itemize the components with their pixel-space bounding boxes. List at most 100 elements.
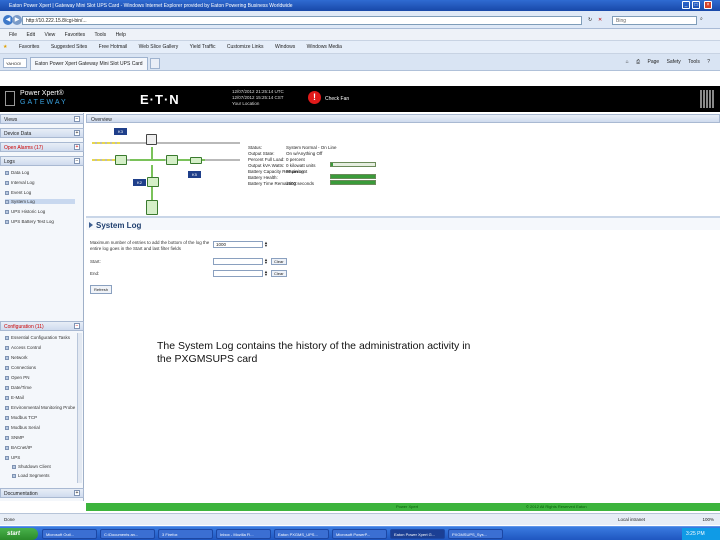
tab-active[interactable]: Eaton Power Xpert Gateway Mini Slot UPS …: [30, 57, 148, 70]
rectifier-icon: [115, 155, 127, 165]
fav-item[interactable]: Windows: [275, 44, 295, 50]
menu-favorites[interactable]: Favorites: [65, 32, 86, 38]
taskbar-item[interactable]: Microsoft Outl...: [42, 529, 97, 539]
collapse-icon[interactable]: −: [74, 323, 80, 329]
refresh-icon[interactable]: ↻: [588, 17, 592, 23]
taskbar-item[interactable]: 3 Firefox: [158, 529, 213, 539]
quick-tab[interactable]: YAHOO!: [3, 58, 27, 68]
sidebar-item-config[interactable]: Load Segments: [12, 473, 50, 478]
section-logs[interactable]: Logs −: [0, 156, 84, 166]
sidebar-item-config[interactable]: BACnet/IP: [5, 445, 32, 450]
spinner-icon[interactable]: ▲ ▼: [264, 258, 268, 265]
taskbar-item-active[interactable]: Eaton Power Xpert G...: [390, 529, 445, 539]
fav-item[interactable]: Customize Links: [227, 44, 264, 50]
zoom-level[interactable]: 100%: [702, 517, 714, 522]
collapse-icon[interactable]: −: [74, 158, 80, 164]
home-icon[interactable]: ⌂: [626, 59, 629, 65]
config-icon: [5, 425, 9, 430]
fav-item[interactable]: Free Hotmail: [99, 44, 128, 50]
start-input[interactable]: [213, 258, 263, 265]
taskbar-item[interactable]: PXGMSUPS_Sys...: [448, 529, 503, 539]
section-views[interactable]: Views −: [0, 114, 84, 124]
fav-item[interactable]: Yield Traffic: [190, 44, 216, 50]
cmd-page[interactable]: Page: [647, 59, 659, 65]
sidebar-item-ups-historic-log[interactable]: UPS Historic Log: [5, 209, 45, 214]
sidebar-item-config[interactable]: Access Control: [5, 345, 41, 350]
sidebar-item-config[interactable]: Date/Time: [5, 385, 32, 390]
clear-start-button[interactable]: Clear: [271, 258, 287, 265]
sidebar-item-config[interactable]: Environmental Monitoring Probe: [5, 405, 75, 410]
print-icon[interactable]: ⎙: [636, 59, 640, 65]
sidebar-item-event-log[interactable]: Event Log: [5, 190, 31, 195]
config-icon: [5, 395, 9, 400]
fav-item[interactable]: Suggested Sites: [51, 44, 87, 50]
start-button[interactable]: start: [0, 528, 38, 540]
security-zone: Local intranet: [618, 517, 646, 522]
cmd-safety[interactable]: Safety: [667, 59, 681, 65]
cmd-tools[interactable]: Tools: [688, 59, 700, 65]
config-icon: [5, 335, 9, 340]
fav-favorites[interactable]: Favorites: [19, 44, 40, 50]
max-entries-input[interactable]: 1000: [213, 241, 263, 248]
minimize-button[interactable]: _: [682, 1, 690, 9]
sidebar-item-system-log[interactable]: System Log: [5, 199, 75, 204]
sidebar-item-ups-battery-test-log[interactable]: UPS Battery Test Log: [5, 219, 54, 224]
search-input[interactable]: Bing: [612, 16, 697, 25]
help-icon[interactable]: ?: [707, 59, 710, 65]
sidebar-scrollbar[interactable]: [77, 333, 82, 483]
log-icon: [5, 219, 9, 224]
browser-status-bar: Done Local intranet 100%: [0, 513, 720, 525]
taskbar-item[interactable]: Inbox - Mozilla Fi...: [216, 529, 271, 539]
sidebar-item-config[interactable]: E-Mail: [5, 395, 24, 400]
collapse-icon[interactable]: −: [74, 116, 80, 122]
sidebar: Views − Device Data + Open Alarms (17) + Lo…: [0, 113, 84, 501]
fav-item[interactable]: Web Slice Gallery: [139, 44, 179, 50]
menu-file[interactable]: File: [9, 32, 17, 38]
signal-icon: [700, 90, 714, 108]
taskbar-item[interactable]: Eaton PXGMS_UPS...: [274, 529, 329, 539]
end-input[interactable]: [213, 270, 263, 277]
sidebar-item-config[interactable]: Open PN: [5, 375, 30, 380]
overview-header: Overview: [86, 114, 720, 123]
spinner-icon[interactable]: ▲ ▼: [264, 270, 268, 277]
address-input[interactable]: http://10.222.15.8/cgi-bin/...: [22, 16, 582, 25]
system-tray-clock[interactable]: 3:25 PM: [682, 528, 720, 540]
sidebar-item-config[interactable]: Modbus Serial: [5, 425, 40, 430]
log-icon: [5, 180, 9, 185]
sidebar-item-interval-log[interactable]: Interval Log: [5, 180, 35, 185]
maximize-button[interactable]: □: [692, 1, 700, 9]
menu-help[interactable]: Help: [116, 32, 126, 38]
refresh-button[interactable]: Refresh: [90, 285, 113, 294]
location: Your Location: [232, 101, 260, 106]
sidebar-item-config[interactable]: Modbus TCP: [5, 415, 37, 420]
star-icon[interactable]: ★: [3, 44, 7, 50]
sidebar-item-config[interactable]: Connections: [5, 365, 36, 370]
fav-item[interactable]: Windows Media: [307, 44, 342, 50]
search-icon[interactable]: ⌕: [700, 16, 703, 22]
menu-edit[interactable]: Edit: [26, 32, 35, 38]
config-icon: [5, 415, 9, 420]
sidebar-item-config[interactable]: SNMP: [5, 435, 24, 440]
section-documentation[interactable]: Documentation +: [0, 488, 84, 498]
stop-icon[interactable]: ✕: [598, 17, 602, 23]
sidebar-item-config[interactable]: UPS: [5, 455, 20, 460]
section-open-alarms[interactable]: Open Alarms (17) +: [0, 142, 84, 152]
taskbar-item[interactable]: C:\Documents an...: [100, 529, 155, 539]
spinner-icon[interactable]: ▲ ▼: [264, 241, 268, 248]
section-configuration[interactable]: Configuration (11) −: [0, 321, 84, 331]
new-tab-button[interactable]: [150, 58, 160, 69]
sidebar-item-data-log[interactable]: Data Log: [5, 170, 29, 175]
menu-view[interactable]: View: [44, 32, 55, 38]
expand-icon[interactable]: +: [74, 490, 80, 496]
sidebar-item-config[interactable]: Shutdown Client: [12, 464, 51, 469]
sidebar-item-config[interactable]: Network: [5, 355, 28, 360]
clear-end-button[interactable]: Clear: [271, 270, 287, 277]
expand-icon[interactable]: +: [74, 144, 80, 150]
close-button[interactable]: ×: [704, 1, 712, 9]
sidebar-item-config[interactable]: Essential Configuration Tasks: [5, 335, 70, 340]
taskbar-item[interactable]: Microsoft PowerP...: [332, 529, 387, 539]
menu-tools[interactable]: Tools: [94, 32, 106, 38]
expand-icon[interactable]: +: [74, 130, 80, 136]
forward-icon[interactable]: ▶: [12, 15, 22, 25]
section-device-data[interactable]: Device Data +: [0, 128, 84, 138]
